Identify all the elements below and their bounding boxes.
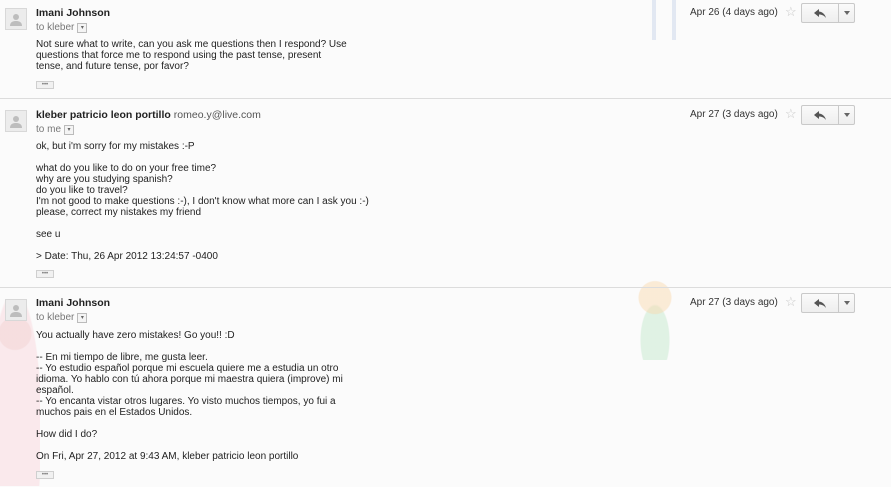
recipient-details-toggle[interactable]: ▾	[77, 312, 88, 323]
body-line: please, correct my nistakes my friend	[36, 207, 202, 218]
more-actions-button[interactable]	[838, 105, 855, 125]
reply-icon	[814, 8, 826, 18]
body-line: what do you like to do on your free time…	[36, 163, 217, 174]
person-icon	[10, 116, 22, 128]
body-line: muchos pais en el Estados Unidos.	[36, 407, 193, 418]
star-icon[interactable]: ☆	[785, 5, 797, 18]
avatar[interactable]	[5, 110, 27, 132]
body-line: -- Yo encanta vistar otros lugares. Yo v…	[36, 396, 336, 407]
body-line: why are you studying spanish?	[36, 174, 173, 185]
body-line: tense, and future tense, por favor?	[36, 61, 189, 72]
sender-email: romeo.y@live.com	[173, 109, 261, 121]
sender-name[interactable]: Imani Johnson	[36, 297, 110, 309]
person-icon	[10, 305, 22, 317]
recipient-line[interactable]: to kleber ▾	[36, 22, 88, 33]
message-3: Imani Johnson to kleber ▾ Apr 27 (3 days…	[0, 287, 891, 487]
message-date[interactable]: Apr 27 (3 days ago)	[690, 297, 778, 308]
message-2: kleber patricio leon portillo romeo.y@liv…	[0, 98, 891, 287]
message-date[interactable]: Apr 27 (3 days ago)	[690, 109, 778, 120]
body-line: do you like to travel?	[36, 185, 128, 196]
message-body: You actually have zero mistakes! Go you!…	[36, 330, 456, 462]
message-body: ok, but i'm sorry for my mistakes :-P wh…	[36, 141, 456, 262]
body-line: How did I do?	[36, 429, 98, 440]
body-line: You actually have zero mistakes! Go you!…	[36, 330, 235, 341]
body-line: ok, but i'm sorry for my mistakes :-P	[36, 141, 195, 152]
message-body: Not sure what to write, can you ask me q…	[36, 39, 456, 72]
reply-button[interactable]	[801, 105, 839, 125]
sender-name[interactable]: kleber patricio leon portillo romeo.y@liv…	[36, 109, 261, 121]
show-trimmed-content-button[interactable]: •••	[36, 81, 54, 89]
recipient-details-toggle[interactable]: ▾	[64, 124, 75, 135]
reply-button[interactable]	[801, 3, 839, 23]
body-line: idioma. Yo hablo con tú ahora porque mi …	[36, 374, 343, 385]
avatar[interactable]	[5, 299, 27, 321]
body-line: questions that force me to respond using…	[36, 50, 322, 61]
body-line: see u	[36, 229, 61, 240]
recipient-details-toggle[interactable]: ▾	[77, 22, 88, 33]
body-line: español.	[36, 385, 74, 396]
body-line: -- En mi tiempo de libre, me gusta leer.	[36, 352, 208, 363]
reply-icon	[814, 110, 826, 120]
chevron-down-icon	[843, 113, 850, 117]
chevron-down-icon	[843, 301, 850, 305]
recipient-label: to kleber	[36, 312, 75, 323]
sender-name[interactable]: Imani Johnson	[36, 7, 110, 19]
reply-icon	[814, 298, 826, 308]
body-line: I'm not good to make questions :-), I do…	[36, 196, 369, 207]
message-date[interactable]: Apr 26 (4 days ago)	[690, 7, 778, 18]
body-line: On Fri, Apr 27, 2012 at 9:43 AM, kleber …	[36, 451, 299, 462]
message-1: Imani Johnson to kleber ▾ Apr 26 (4 days…	[0, 0, 891, 98]
person-icon	[10, 14, 22, 26]
chevron-down-icon	[843, 11, 850, 15]
recipient-line[interactable]: to kleber ▾	[36, 312, 88, 323]
more-actions-button[interactable]	[838, 293, 855, 313]
reply-button[interactable]	[801, 293, 839, 313]
star-icon[interactable]: ☆	[785, 295, 797, 308]
body-line: > Date: Thu, 26 Apr 2012 13:24:57 -0400	[36, 251, 218, 262]
avatar[interactable]	[5, 8, 27, 30]
recipient-label: to kleber	[36, 22, 75, 33]
body-line: -- Yo estudio español porque mi escuela …	[36, 363, 339, 374]
show-trimmed-content-button[interactable]: •••	[36, 270, 54, 278]
recipient-line[interactable]: to me ▾	[36, 124, 75, 135]
show-trimmed-content-button[interactable]: •••	[36, 471, 54, 479]
star-icon[interactable]: ☆	[785, 107, 797, 120]
recipient-label: to me	[36, 124, 62, 135]
body-line: Not sure what to write, can you ask me q…	[36, 39, 347, 50]
more-actions-button[interactable]	[838, 3, 855, 23]
